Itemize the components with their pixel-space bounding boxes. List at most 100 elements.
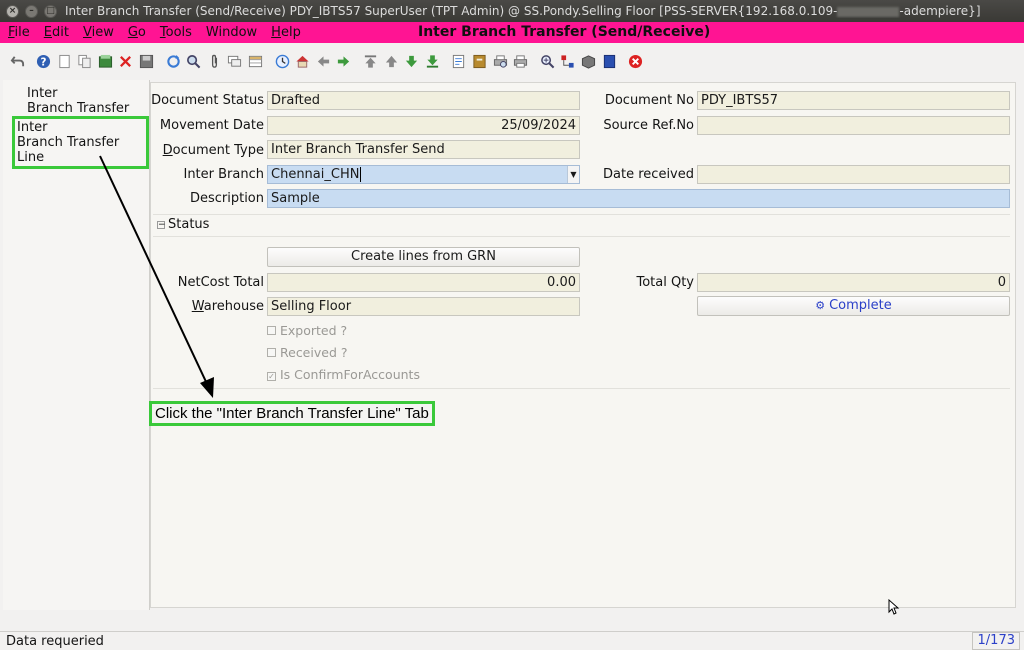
status-message: Data requeried	[6, 634, 104, 649]
netcost-total-field: 0.00	[267, 273, 580, 292]
total-qty-field: 0	[697, 273, 1010, 292]
product-info-icon[interactable]	[579, 52, 597, 70]
document-no-field[interactable]: PDY_IBTS57	[697, 91, 1010, 110]
forward-icon[interactable]	[335, 52, 353, 70]
back-icon[interactable]	[314, 52, 332, 70]
checkbox-icon	[267, 326, 276, 335]
total-qty-label: Total Qty	[636, 275, 694, 290]
undo-icon[interactable]	[8, 52, 26, 70]
previous-record-icon[interactable]	[382, 52, 400, 70]
checkmark-icon: ✓	[267, 372, 276, 381]
complete-button-label: Complete	[829, 298, 892, 313]
archive-icon[interactable]	[470, 52, 488, 70]
last-record-icon[interactable]	[423, 52, 441, 70]
chat-icon[interactable]	[226, 52, 244, 70]
document-type-mnemonic: D	[162, 143, 173, 158]
text-caret	[360, 167, 362, 182]
document-no-label: Document No	[604, 93, 694, 108]
copy-record-icon[interactable]	[76, 52, 94, 70]
create-lines-from-grn-button[interactable]: Create lines from GRN	[267, 247, 580, 267]
window-controls: × – □	[0, 4, 65, 18]
received-label: Received ?	[280, 345, 348, 360]
refresh-icon[interactable]	[164, 52, 182, 70]
description-field[interactable]: Sample	[267, 189, 1010, 208]
window-titlebar: × – □ Inter Branch Transfer (Send/Receiv…	[0, 0, 1024, 22]
document-type-field[interactable]: Inter Branch Transfer Send	[267, 140, 580, 159]
section-divider	[153, 214, 1010, 215]
menu-bar: File Edit View Go Tools Window Help Inte…	[0, 22, 1024, 43]
netcost-total-label: NetCost Total	[177, 275, 264, 290]
home-icon[interactable]	[294, 52, 312, 70]
tab-label-line2: Branch Transfer	[27, 101, 130, 116]
status-section-header[interactable]: − Status	[157, 217, 209, 232]
menu-file[interactable]: File	[0, 25, 36, 40]
next-record-icon[interactable]	[403, 52, 421, 70]
window-title-text: Inter Branch Transfer (Send/Receive) PDY…	[65, 4, 838, 18]
document-status-field: Drafted	[267, 91, 580, 110]
document-status-label: Document Status	[151, 93, 264, 108]
find-icon[interactable]	[185, 52, 203, 70]
menu-edit[interactable]: Edit	[36, 25, 75, 40]
received-checkbox[interactable]: Received ?	[267, 345, 347, 360]
menu-window-label: Window	[205, 25, 258, 40]
tab-inter-branch-transfer[interactable]: Inter Branch Transfer	[27, 86, 129, 116]
movement-date-label: Movement Date	[159, 118, 264, 133]
inter-branch-select[interactable]: Chennai_CHN ▼	[267, 165, 580, 184]
description-label: Description	[189, 191, 264, 206]
warehouse-field[interactable]: Selling Floor	[267, 297, 580, 316]
tab-label-line1: Inter	[17, 120, 48, 135]
warehouse-label: Warehouse	[192, 299, 264, 314]
menu-window-title: Inter Branch Transfer (Send/Receive)	[418, 24, 711, 40]
status-bar: Data requeried 1/173	[0, 631, 1024, 650]
menu-tools[interactable]: Tools	[152, 25, 198, 40]
confirm-accounts-checkbox[interactable]: ✓ Is ConfirmForAccounts	[267, 367, 420, 382]
menu-tools-label: ools	[165, 25, 192, 40]
window-close-icon[interactable]: ×	[6, 4, 19, 18]
menu-help[interactable]: Help	[263, 25, 307, 40]
menu-go[interactable]: Go	[120, 25, 152, 40]
window-minimize-icon[interactable]: –	[25, 4, 38, 18]
form-icon[interactable]	[600, 52, 618, 70]
chevron-down-icon[interactable]: ▼	[567, 166, 579, 183]
tab-label-line1: Inter	[27, 86, 58, 101]
redacted-area	[837, 6, 900, 17]
collapse-icon[interactable]: −	[157, 221, 166, 230]
menu-help-mnemonic: H	[271, 25, 281, 40]
close-window-icon[interactable]	[627, 52, 645, 70]
status-section-title: Status	[168, 217, 210, 232]
exported-checkbox[interactable]: Exported ?	[267, 323, 347, 338]
date-received-label: Date received	[603, 167, 694, 182]
menu-window[interactable]: Window	[198, 25, 263, 40]
delete-icon[interactable]	[117, 52, 135, 70]
movement-date-field[interactable]: 25/09/2024	[267, 116, 580, 135]
source-ref-field[interactable]	[697, 116, 1010, 135]
menu-view-label: iew	[91, 25, 114, 40]
menu-go-label: o	[137, 25, 146, 40]
workflow-icon[interactable]	[559, 52, 577, 70]
document-type-label-text: ocument Type	[172, 143, 264, 158]
report-icon[interactable]	[450, 52, 468, 70]
new-record-icon[interactable]	[55, 52, 73, 70]
complete-button[interactable]: ⚙ Complete	[697, 296, 1010, 316]
first-record-icon[interactable]	[362, 52, 380, 70]
record-count[interactable]: 1/173	[972, 632, 1020, 650]
menu-edit-mnemonic: E	[43, 25, 52, 40]
checkbox-icon	[267, 348, 276, 357]
save-icon[interactable]	[96, 52, 114, 70]
date-received-field[interactable]	[697, 165, 1010, 184]
grid-toggle-icon[interactable]	[247, 52, 265, 70]
menu-file-label: ile	[14, 25, 30, 40]
print-icon[interactable]	[512, 52, 530, 70]
help-icon[interactable]: ?	[35, 52, 53, 70]
print-preview-icon[interactable]	[491, 52, 509, 70]
window-maximize-icon[interactable]: □	[44, 4, 57, 18]
zoom-across-icon[interactable]	[538, 52, 556, 70]
menu-view[interactable]: View	[75, 25, 120, 40]
menu-go-mnemonic: G	[127, 25, 138, 40]
attachment-icon[interactable]	[205, 52, 223, 70]
menu-help-label: elp	[280, 25, 301, 40]
tab-inter-branch-transfer-line[interactable]: Inter Branch Transfer Line	[12, 116, 149, 169]
history-icon[interactable]	[273, 52, 291, 70]
inter-branch-value: Chennai_CHN	[271, 167, 360, 182]
save-disk-icon[interactable]	[138, 52, 156, 70]
